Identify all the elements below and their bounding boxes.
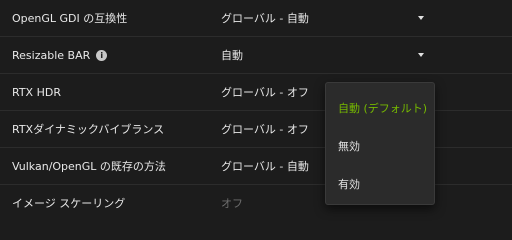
setting-label: RTX HDR	[12, 86, 61, 99]
setting-label: Resizable BAR	[12, 49, 91, 62]
setting-row-image-scaling[interactable]: イメージ スケーリング オフ	[0, 185, 512, 222]
setting-label: OpenGL GDI の互換性	[12, 12, 128, 25]
setting-label: Vulkan/OpenGL の既存の方法	[12, 160, 166, 173]
setting-value-dropdown[interactable]: グローバル - オフ	[221, 111, 309, 148]
chevron-down-icon[interactable]	[418, 53, 424, 57]
settings-list: OpenGL GDI の互換性 グローバル - 自動 Resizable BAR…	[0, 0, 512, 222]
setting-value-dropdown[interactable]: グローバル - 自動	[221, 0, 309, 37]
dropdown-menu: 自動 (デフォルト) 無効 有効	[325, 82, 435, 205]
setting-value-dropdown[interactable]: 自動	[221, 37, 243, 74]
setting-label: イメージ スケーリング	[12, 197, 126, 210]
setting-row-rtx-hdr[interactable]: RTX HDR グローバル - オフ	[0, 74, 512, 111]
setting-value-dropdown[interactable]: グローバル - オフ	[221, 74, 309, 111]
setting-label-container: Resizable BAR i	[12, 37, 108, 74]
dropdown-option-auto-default[interactable]: 自動 (デフォルト)	[338, 100, 427, 116]
setting-row-resizable-bar[interactable]: Resizable BAR i 自動	[0, 37, 512, 74]
dropdown-option-disabled[interactable]: 無効	[338, 138, 360, 154]
info-icon[interactable]: i	[96, 50, 108, 61]
setting-row-opengl-gdi[interactable]: OpenGL GDI の互換性 グローバル - 自動	[0, 0, 512, 37]
dropdown-option-enabled[interactable]: 有効	[338, 176, 360, 192]
setting-value-dropdown: オフ	[221, 197, 243, 210]
setting-label: RTXダイナミックバイブランス	[12, 123, 165, 136]
setting-value-dropdown[interactable]: グローバル - 自動	[221, 148, 309, 185]
setting-row-rtx-dynamic-vibrance[interactable]: RTXダイナミックバイブランス グローバル - オフ	[0, 111, 512, 148]
setting-row-vulkan-opengl[interactable]: Vulkan/OpenGL の既存の方法 グローバル - 自動	[0, 148, 512, 185]
chevron-down-icon[interactable]	[418, 16, 424, 20]
